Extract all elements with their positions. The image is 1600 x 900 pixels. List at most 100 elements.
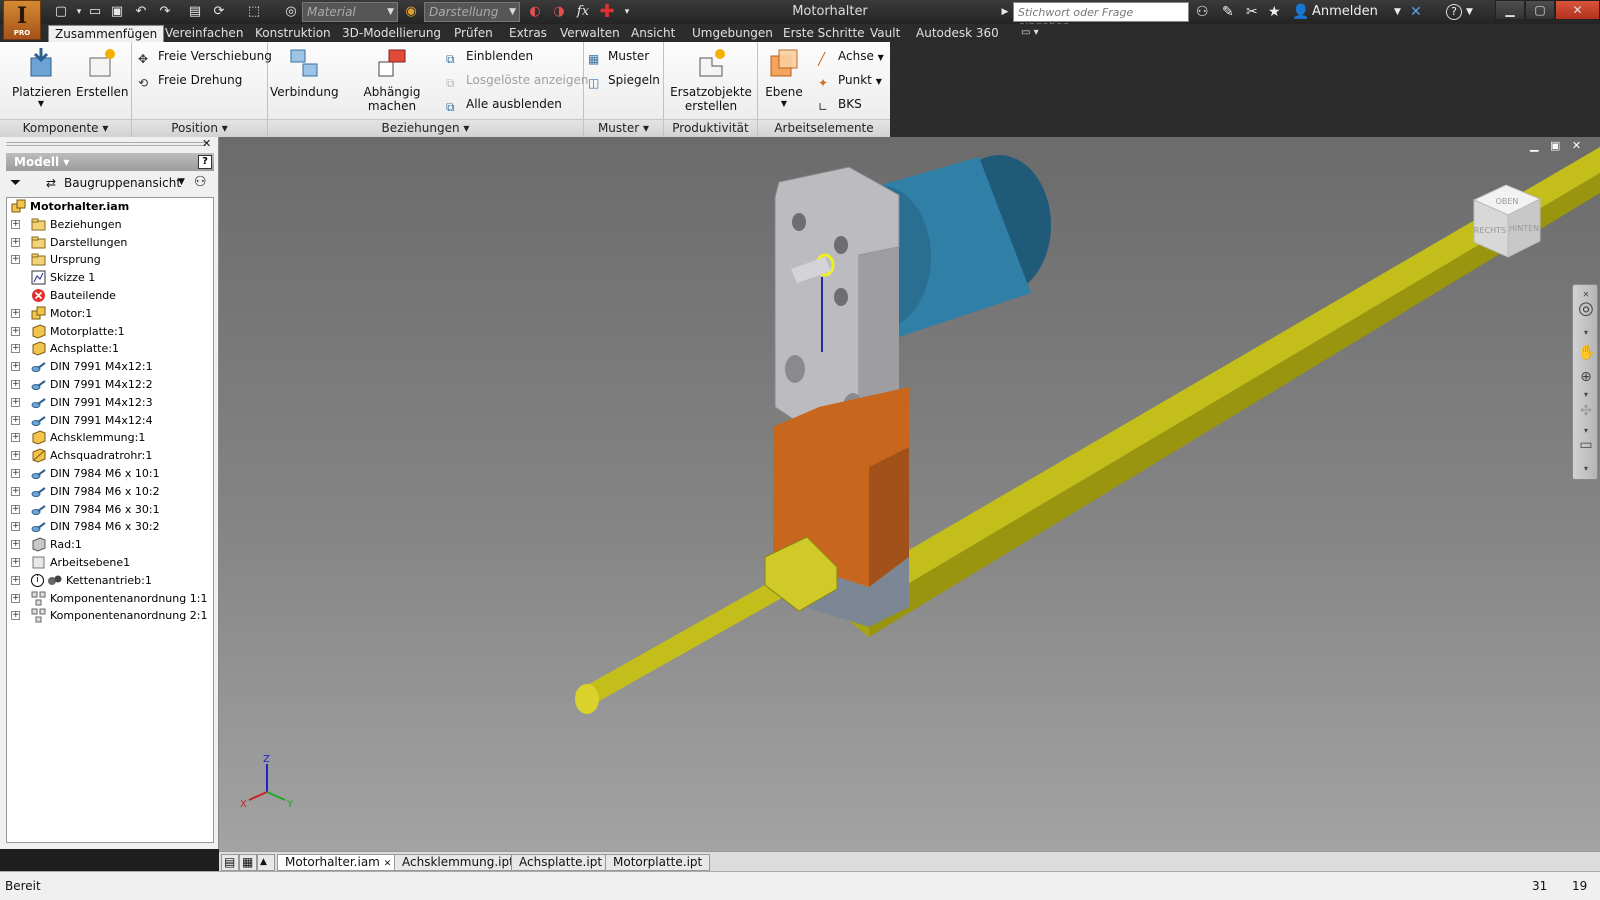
appearance-sphere-icon[interactable]: ◉ — [402, 3, 420, 21]
tree-item[interactable]: + Komponentenanordnung 2:1 — [7, 607, 213, 625]
tree-item[interactable]: + Beziehungen — [7, 216, 213, 234]
steering-wheel-icon[interactable]: ◎ — [1578, 300, 1594, 318]
favorites-star-icon[interactable]: ★ — [1268, 3, 1281, 21]
viewport-restore-icon[interactable]: ▣ — [1550, 139, 1560, 152]
bks-button[interactable]: ∟ BKS — [818, 94, 862, 114]
freie-verschiebung-button[interactable]: ✥ Freie Verschiebung — [138, 46, 272, 66]
help-search-input[interactable]: Stichwort oder Frage eingeben — [1013, 2, 1189, 32]
appearance-combo[interactable]: Darstellung ▼ — [424, 2, 520, 22]
expand-icon[interactable]: + — [11, 486, 20, 496]
tab-autodesk-360[interactable]: Autodesk 360 — [910, 25, 1005, 42]
panel-title-komponente[interactable]: Komponente ▾ — [0, 119, 131, 137]
qat-customize-icon[interactable]: ▾ — [618, 3, 636, 21]
panel-title-beziehungen[interactable]: Beziehungen ▾ — [268, 119, 583, 137]
doc-tab-achsklemmung[interactable]: Achsklemmung.ipt — [394, 854, 522, 871]
platzieren-button[interactable]: Platzieren ▼ — [12, 46, 71, 108]
doc-tab-motorhalter[interactable]: Motorhalter.iam ✕ — [277, 854, 400, 871]
ribbon-display-options-icon[interactable]: ▭ ▾ — [1015, 25, 1045, 42]
tree-item[interactable]: + Darstellungen — [7, 234, 213, 252]
tree-item[interactable]: + DIN 7991 M4x12:3 — [7, 394, 213, 412]
tree-item[interactable]: + DIN 7991 M4x12:2 — [7, 376, 213, 394]
expand-search-icon[interactable]: ▶ — [996, 3, 1014, 21]
tab-konstruktion[interactable]: Konstruktion — [249, 25, 337, 42]
help-icon[interactable]: ? — [1446, 4, 1462, 20]
tree-item[interactable]: + Rad:1 — [7, 536, 213, 554]
expand-icon[interactable]: + — [11, 308, 20, 318]
viewport-close-icon[interactable]: ✕ — [1572, 139, 1581, 152]
help-dropdown-icon[interactable]: ▼ — [1466, 3, 1473, 21]
save-icon[interactable]: ▣ — [108, 3, 126, 21]
verbindung-button[interactable]: Verbindung — [270, 46, 339, 99]
tree-item[interactable]: + Achsquadratrohr:1 — [7, 447, 213, 465]
navbar-customize-icon[interactable]: ▾ — [1578, 461, 1594, 477]
expand-icon[interactable]: + — [11, 468, 20, 478]
expand-icon[interactable]: + — [11, 379, 20, 389]
new-file-icon[interactable]: ▢ — [52, 3, 70, 21]
exchange-apps-icon[interactable]: ✕ — [1410, 3, 1422, 21]
tab-pruefen[interactable]: Prüfen — [448, 25, 499, 42]
tree-item[interactable]: + Motor:1 — [7, 305, 213, 323]
filter-icon[interactable]: ⏷ — [10, 175, 21, 191]
binoculars-icon[interactable]: ⚇ — [1196, 3, 1209, 21]
muster-button[interactable]: ▦ Muster — [588, 46, 649, 66]
expand-icon[interactable]: + — [11, 326, 20, 336]
achse-button[interactable]: ╱ Achse ▼ — [818, 46, 884, 66]
expand-icon[interactable]: + — [11, 237, 20, 247]
tree-item[interactable]: + Achsklemmung:1 — [7, 429, 213, 447]
return-icon[interactable]: ▤ — [186, 3, 204, 21]
freie-drehung-button[interactable]: ⟲ Freie Drehung — [138, 70, 242, 90]
application-menu-button[interactable]: I PRO — [3, 0, 41, 40]
tree-item[interactable]: + Komponentenanordnung 1:1 — [7, 590, 213, 608]
expand-icon[interactable]: + — [11, 255, 20, 265]
cascade-windows-icon[interactable]: ▤ — [221, 854, 239, 871]
expand-icon[interactable]: + — [11, 504, 20, 514]
graphics-viewport[interactable]: OBEN RECHTS HINTEN Z X Y — [219, 137, 1600, 851]
expand-icon[interactable]: + — [11, 540, 20, 550]
sign-in-dropdown-icon[interactable]: ▼ — [1394, 3, 1401, 21]
expand-icon[interactable]: + — [11, 219, 20, 229]
measure-icon[interactable]: ✚ — [598, 3, 616, 21]
panel-title-muster[interactable]: Muster ▾ — [584, 119, 663, 137]
tile-windows-icon[interactable]: ▦ — [239, 854, 257, 871]
chevron-down-icon[interactable]: ▾ — [1578, 387, 1594, 403]
panel-grip[interactable] — [6, 142, 206, 146]
open-file-icon[interactable]: ▭ — [86, 3, 104, 21]
open-documents-icon[interactable]: ▲ — [257, 854, 275, 871]
doc-tab-achsplatte[interactable]: Achsplatte.ipt — [511, 854, 611, 871]
abhaengig-machen-button[interactable]: Abhängig machen — [340, 46, 444, 113]
expand-icon[interactable]: + — [11, 397, 20, 407]
communication-icon[interactable]: ✂ — [1246, 3, 1258, 21]
redo-icon[interactable]: ↷ — [156, 3, 174, 21]
tree-item[interactable]: Skizze 1 — [7, 269, 213, 287]
tree-item[interactable]: + Ursprung — [7, 251, 213, 269]
minimize-window-button[interactable]: ▁ — [1495, 0, 1525, 20]
tree-item[interactable]: + DIN 7984 M6 x 10:1 — [7, 465, 213, 483]
expand-icon[interactable]: + — [11, 593, 20, 603]
zoom-icon[interactable]: ⊕ — [1578, 369, 1594, 385]
ersatzobjekte-erstellen-button[interactable]: Ersatzobjekte erstellen — [668, 46, 754, 113]
ebene-button[interactable]: Ebene ▼ — [762, 46, 806, 108]
expand-icon[interactable]: + — [11, 522, 20, 532]
clear-appearance-icon[interactable]: ◑ — [550, 3, 568, 21]
tree-item[interactable]: + DIN 7984 M6 x 10:2 — [7, 483, 213, 501]
close-panel-icon[interactable]: ✕ — [202, 137, 211, 150]
orbit-icon[interactable]: ✣ — [1578, 403, 1594, 419]
view-mode-dropdown-icon[interactable]: ▼ — [178, 177, 185, 187]
expand-icon[interactable]: + — [11, 611, 20, 621]
adjust-appearance-icon[interactable]: ◐ — [526, 3, 544, 21]
alle-ausblenden-button[interactable]: ⧉ Alle ausblenden — [446, 94, 562, 114]
panel-title-position[interactable]: Position ▾ — [132, 119, 267, 137]
update-icon[interactable]: ⟳ — [210, 3, 228, 21]
tree-item[interactable]: + Motorplatte:1 — [7, 323, 213, 341]
material-combo[interactable]: Material ▼ — [302, 2, 398, 22]
tab-zusammenfuegen[interactable]: Zusammenfügen — [48, 25, 165, 42]
restore-window-button[interactable]: ▢ — [1525, 0, 1555, 20]
expand-icon[interactable]: + — [11, 557, 20, 567]
expand-icon[interactable]: + — [11, 362, 20, 372]
sign-in-link[interactable]: Anmelden — [1312, 4, 1378, 19]
tree-item[interactable]: + DIN 7984 M6 x 30:2 — [7, 518, 213, 536]
expand-icon[interactable]: + — [11, 344, 20, 354]
expand-icon[interactable]: + — [11, 575, 20, 585]
subscription-icon[interactable]: ✎ — [1222, 3, 1234, 21]
tab-extras[interactable]: Extras — [503, 25, 553, 42]
